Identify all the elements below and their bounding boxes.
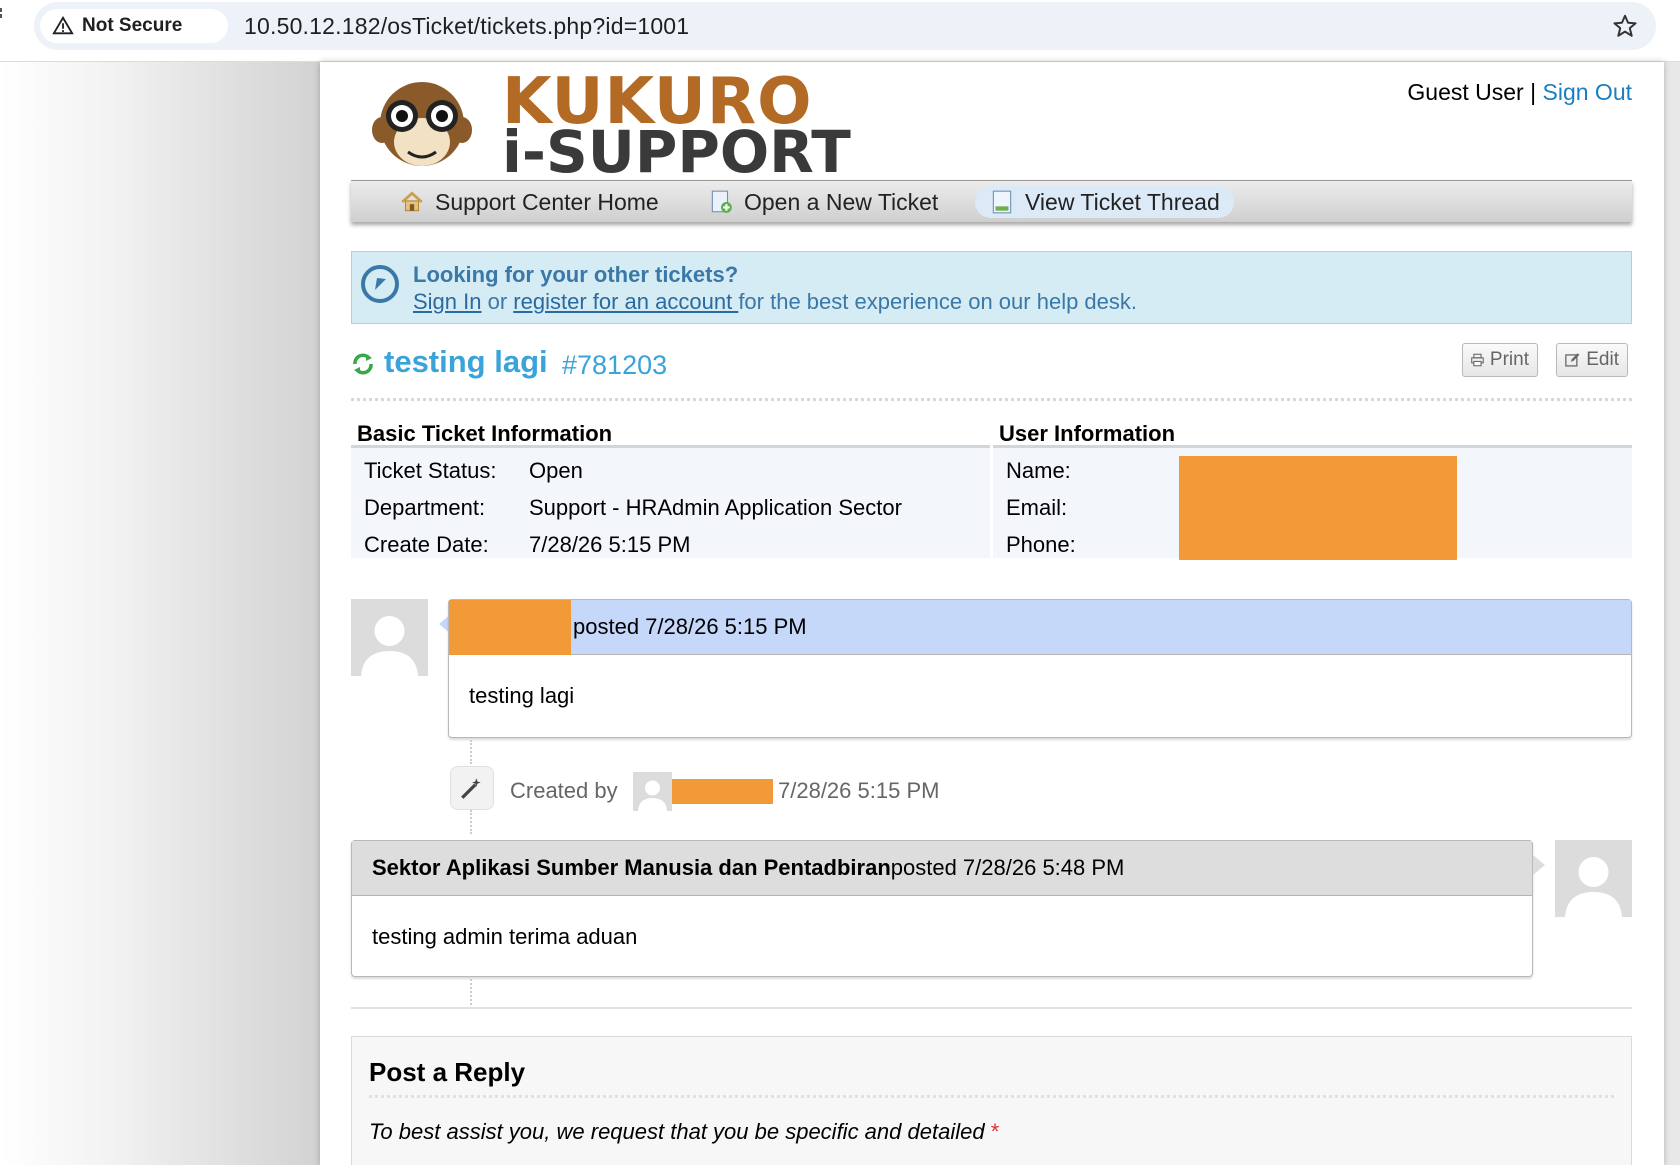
header-separator (351, 398, 1632, 401)
info-row-department: Department: Support - HRAdmin Application… (351, 489, 990, 526)
main-nav: Support Center Home Open a New Ticket Vi… (351, 180, 1632, 222)
page-side-background (0, 62, 320, 1165)
compass-icon (361, 265, 399, 303)
avatar-icon (633, 772, 672, 811)
basic-info-body: Ticket Status: Open Department: Support - … (351, 448, 990, 558)
event-avatar (633, 772, 672, 811)
response-author: Sektor Aplikasi Sumber Manusia dan Penta… (372, 855, 891, 880)
logo-text-isupport: i-SUPPORT (502, 118, 851, 186)
edit-icon (1565, 353, 1580, 367)
info-label: Name: (1006, 457, 1071, 483)
avatar-icon (351, 599, 428, 676)
nav-label: Open a New Ticket (744, 188, 939, 215)
printer-icon (1471, 353, 1484, 367)
browser-toolbar: Not Secure 10.50.12.182/osTicket/tickets… (0, 0, 1680, 62)
thread-end-rule (351, 1007, 1632, 1009)
print-button[interactable]: Print (1462, 343, 1538, 377)
info-value: 7/28/26 5:15 PM (529, 531, 691, 557)
nav-label: View Ticket Thread (1025, 188, 1220, 215)
info-label: Phone: (1006, 531, 1076, 557)
nav-open-new-ticket[interactable]: Open a New Ticket (694, 186, 952, 218)
info-label: Ticket Status: (364, 457, 497, 483)
event-created-by: Created by (510, 778, 618, 803)
print-label: Print (1489, 349, 1529, 370)
monkey-mascot-icon (372, 82, 472, 166)
edit-label: Edit (1586, 349, 1619, 370)
staff-avatar (1555, 840, 1632, 917)
redacted-event-user (672, 779, 773, 804)
sign-out-link[interactable]: Sign Out (1543, 79, 1633, 105)
response-body: testing admin terima aduan (372, 924, 638, 949)
info-banner: Looking for your other tickets? Sign In … (351, 251, 1632, 324)
site-logo[interactable]: KUKURO i-SUPPORT (370, 68, 860, 182)
reply-hint-text: To best assist you, we request that you … (369, 1119, 985, 1144)
info-row-status: Ticket Status: Open (351, 452, 990, 489)
page-container: KUKURO i-SUPPORT Guest User | Sign Out S… (320, 62, 1664, 1165)
response-header: Sektor Aplikasi Sumber Manusia dan Penta… (352, 841, 1532, 896)
user-links-separator: | (1523, 79, 1543, 105)
address-bar[interactable]: Not Secure 10.50.12.182/osTicket/tickets… (34, 2, 1656, 50)
thread-message: posted 7/28/26 5:15 PM testing lagi (448, 599, 1632, 738)
ticket-subject: testing lagi (384, 344, 548, 379)
info-value: Support - HRAdmin Application Sector (529, 494, 902, 520)
redacted-poster (449, 599, 571, 655)
guest-user-label: Guest User (1407, 79, 1524, 105)
user-links: Guest User | Sign Out (1407, 79, 1632, 106)
register-link[interactable]: register for an account (513, 289, 738, 314)
warning-icon (52, 15, 74, 35)
thread-connector (470, 810, 472, 834)
security-label: Not Secure (82, 15, 183, 36)
thread-connector (470, 740, 472, 764)
refresh-icon[interactable] (351, 352, 375, 376)
banner-or: or (481, 289, 514, 314)
avatar-icon (1555, 840, 1632, 917)
user-info-heading: User Information (993, 414, 1632, 448)
edge-mark (0, 8, 2, 18)
nav-label: Support Center Home (435, 188, 659, 215)
new-ticket-icon (711, 190, 732, 213)
banner-tail: for the best experience on our help desk… (738, 289, 1138, 314)
info-label: Email: (1006, 494, 1068, 520)
message-posted: posted 7/28/26 5:15 PM (573, 614, 807, 639)
nav-support-center-home[interactable]: Support Center Home (385, 186, 673, 218)
user-avatar (351, 599, 428, 676)
message-header: posted 7/28/26 5:15 PM (449, 599, 1631, 655)
reply-hint: To best assist you, we request that you … (369, 1119, 999, 1145)
reply-separator (369, 1095, 1614, 1098)
ticket-thread-icon (992, 190, 1012, 214)
thread-response: Sektor Aplikasi Sumber Manusia dan Penta… (351, 840, 1533, 977)
url-text[interactable]: 10.50.12.182/osTicket/tickets.php?id=100… (244, 13, 689, 40)
magic-wand-icon (461, 778, 481, 799)
info-value: Open (529, 457, 583, 483)
message-body: testing lagi (469, 683, 575, 708)
security-chip[interactable]: Not Secure (40, 9, 228, 43)
response-posted: posted 7/28/26 5:48 PM (890, 855, 1125, 880)
response-pointer (1533, 855, 1545, 875)
basic-info-heading: Basic Ticket Information (351, 414, 990, 448)
thread-event (450, 766, 494, 810)
redacted-user-info (1179, 456, 1457, 560)
basic-ticket-info: Basic Ticket Information Ticket Status: O… (351, 414, 990, 558)
ticket-number: #781203 (562, 350, 668, 380)
event-time: 7/28/26 5:15 PM (778, 778, 940, 803)
nav-view-ticket-thread[interactable]: View Ticket Thread (975, 186, 1234, 218)
required-mark: * (990, 1119, 1000, 1144)
info-label: Create Date: (364, 531, 489, 557)
sign-in-link[interactable]: Sign In (413, 289, 482, 314)
bookmark-star-icon[interactable] (1612, 13, 1638, 39)
banner-text: Sign In or register for an account for t… (413, 289, 1137, 315)
banner-title: Looking for your other tickets? (413, 262, 739, 287)
thread-connector (470, 979, 472, 1005)
home-icon (401, 191, 423, 212)
info-label: Department: (364, 494, 486, 520)
reply-form: Post a Reply To best assist you, we requ… (351, 1036, 1632, 1165)
edit-button[interactable]: Edit (1556, 343, 1628, 377)
reply-title: Post a Reply (369, 1057, 526, 1087)
info-row-create-date: Create Date: 7/28/26 5:15 PM (351, 526, 990, 563)
